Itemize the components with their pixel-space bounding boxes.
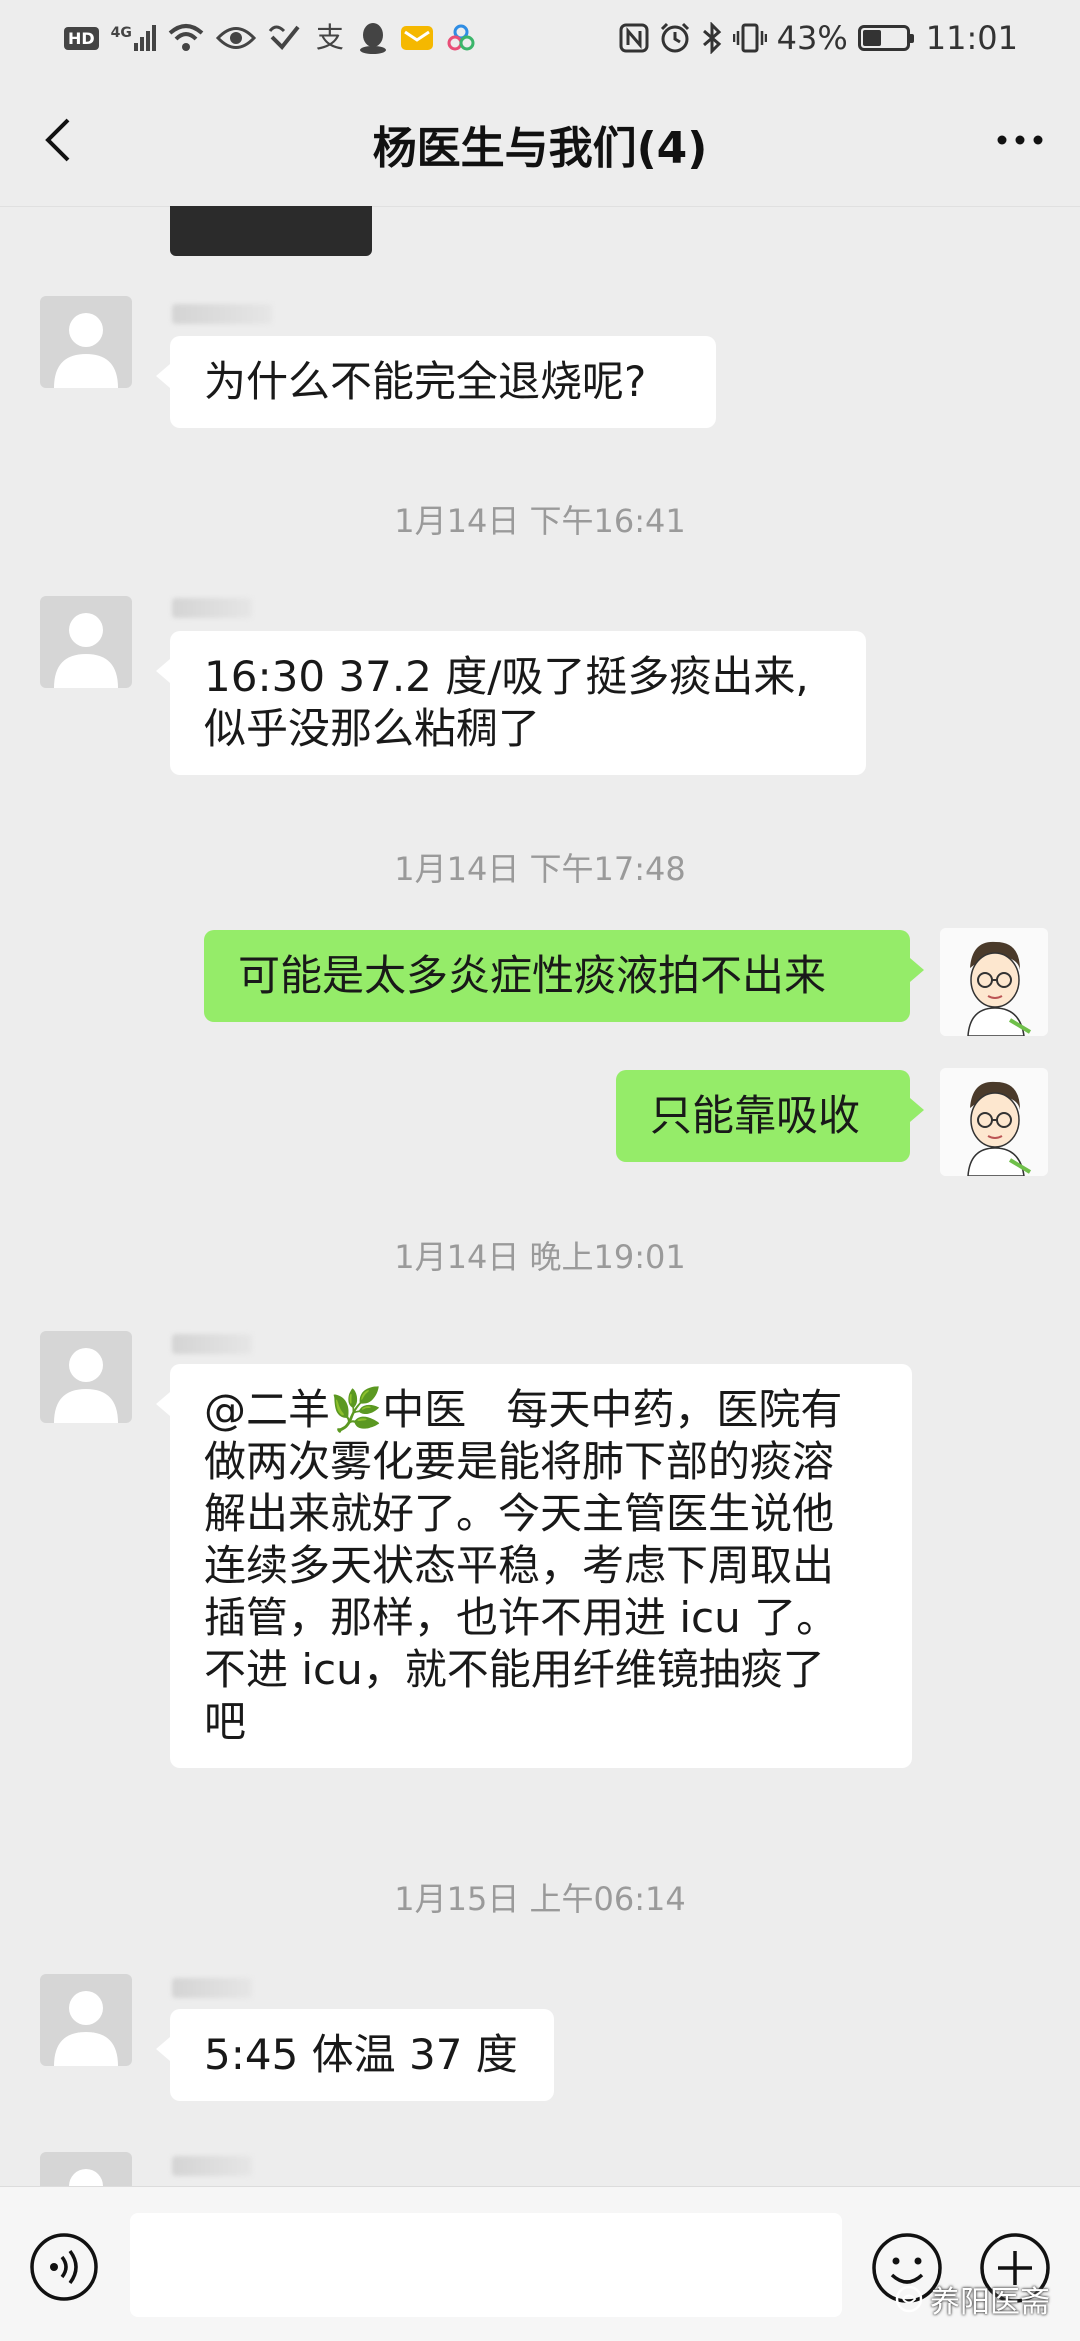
hd-icon: HD bbox=[64, 26, 99, 50]
network-type-label: 4G bbox=[110, 25, 132, 41]
qq-icon bbox=[359, 23, 386, 54]
nfc-icon bbox=[619, 23, 649, 53]
chat-title: 杨医生与我们(4) bbox=[372, 123, 708, 174]
input-bar: 养阳医斋 bbox=[0, 2186, 1080, 2341]
doctor-avatar[interactable] bbox=[940, 928, 1048, 1036]
status-left-icons: HD 4G 支 bbox=[64, 16, 476, 60]
message-bubble-sent[interactable]: 只能靠吸收 bbox=[616, 1070, 924, 1162]
message-list[interactable]: 为什么不能完全退烧呢? 1月14日 下午16:41 16:30 37.2 度/吸… bbox=[0, 206, 1080, 2186]
avatar[interactable] bbox=[40, 1974, 132, 2066]
cartoon-doctor-avatar-icon bbox=[940, 1068, 1048, 1176]
message-input[interactable] bbox=[130, 2213, 842, 2317]
sender-name-blurred bbox=[172, 2156, 252, 2176]
image-message[interactable] bbox=[170, 206, 372, 256]
status-time: 11:01 bbox=[925, 19, 1018, 57]
alipay-icon: 支 bbox=[315, 21, 344, 54]
default-avatar-icon bbox=[69, 2169, 103, 2186]
battery-icon bbox=[857, 25, 914, 51]
message-timestamp: 1月15日 上午06:14 bbox=[394, 1880, 686, 1918]
message-timestamp: 1月14日 下午16:41 bbox=[394, 502, 686, 540]
eye-icon bbox=[215, 27, 256, 49]
vibrate-icon bbox=[732, 23, 767, 53]
watermark: 养阳医斋 bbox=[894, 2277, 1050, 2321]
avatar[interactable] bbox=[40, 596, 132, 688]
message-bubble-received[interactable]: 为什么不能完全退烧呢? bbox=[156, 336, 716, 428]
bluetooth-icon bbox=[702, 22, 721, 54]
sender-name-blurred bbox=[172, 1334, 252, 1354]
signal-4g-icon: 4G bbox=[111, 25, 156, 51]
sender-name-blurred bbox=[172, 1978, 252, 1998]
doctor-avatar[interactable] bbox=[940, 1068, 1048, 1176]
message-timestamp: 1月14日 下午17:48 bbox=[394, 850, 686, 888]
message-bubble-sent[interactable]: 可能是太多炎症性痰液拍不出来 bbox=[204, 930, 924, 1022]
cartoon-doctor-avatar-icon bbox=[940, 928, 1048, 1036]
more-options-icon[interactable] bbox=[990, 120, 1050, 160]
check-heart-icon bbox=[268, 25, 300, 50]
avatar[interactable] bbox=[40, 296, 132, 388]
avatar[interactable] bbox=[40, 2152, 132, 2186]
status-right-icons: 43% 11:01 bbox=[619, 16, 1018, 60]
voice-icon[interactable] bbox=[28, 2231, 100, 2303]
message-bubble-received[interactable]: 16:30 37.2 度/吸了挺多痰出来, 似乎没那么粘稠了 bbox=[156, 631, 866, 775]
status-bar: HD 4G 支 43% 11:01 bbox=[0, 0, 1080, 76]
sender-name-blurred bbox=[172, 598, 252, 618]
avatar[interactable] bbox=[40, 1331, 132, 1423]
default-avatar-icon bbox=[54, 613, 118, 688]
message-bubble-received[interactable]: 5:45 体温 37 度 bbox=[156, 2009, 554, 2101]
alarm-icon bbox=[660, 22, 689, 53]
watermark-text: 养阳医斋 bbox=[930, 2285, 1050, 2320]
message-bubble-received[interactable]: @二羊🌿中医 每天中药，医院有 做两次雾化要是能将肺下部的痰溶 解出来就好了。今… bbox=[156, 1364, 912, 1768]
chat-header: 杨医生与我们(4) bbox=[0, 76, 1080, 207]
wechat-channel-icon bbox=[895, 2285, 923, 2313]
default-avatar-icon bbox=[54, 1991, 118, 2066]
mail-icon bbox=[400, 26, 433, 50]
battery-percent: 43% bbox=[776, 19, 848, 57]
sender-name-blurred bbox=[172, 304, 272, 324]
wifi-icon bbox=[168, 24, 204, 51]
default-avatar-icon bbox=[54, 1348, 118, 1423]
message-timestamp: 1月14日 晚上19:01 bbox=[394, 1238, 686, 1276]
default-avatar-icon bbox=[54, 313, 118, 388]
battery-level-fill bbox=[862, 30, 881, 46]
app-icon bbox=[447, 24, 475, 51]
